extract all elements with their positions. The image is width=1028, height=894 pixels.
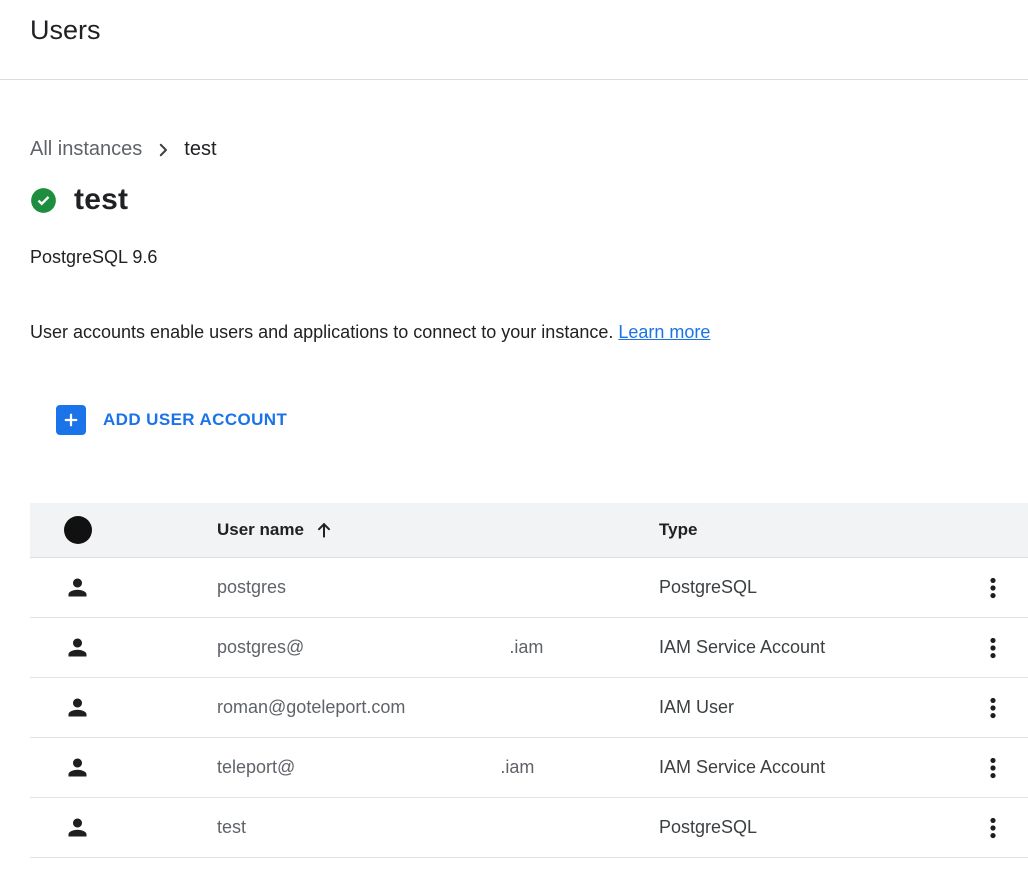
kebab-menu-icon xyxy=(980,575,1006,601)
user-name-cell: postgres@.iam xyxy=(217,637,659,658)
person-icon xyxy=(64,574,91,601)
table-header-row: User name Type xyxy=(30,503,1028,558)
table-row: postgres PostgreSQL xyxy=(30,558,1028,618)
column-header-type[interactable]: Type xyxy=(659,520,958,540)
breadcrumb: All instances test xyxy=(30,138,1028,161)
users-table: User name Type postgres PostgreSQL xyxy=(30,503,1028,858)
breadcrumb-all-instances[interactable]: All instances xyxy=(30,138,142,161)
instance-version: PostgreSQL 9.6 xyxy=(30,247,1028,268)
table-row: postgres@.iam IAM Service Account xyxy=(30,618,1028,678)
column-header-user-name[interactable]: User name xyxy=(217,520,659,540)
user-type-cell: IAM Service Account xyxy=(659,757,958,778)
row-menu-button[interactable] xyxy=(976,811,1010,845)
person-icon xyxy=(64,754,91,781)
breadcrumb-current: test xyxy=(184,138,216,161)
row-menu-button[interactable] xyxy=(976,571,1010,605)
page-header: Users xyxy=(0,0,1028,80)
kebab-menu-icon xyxy=(980,635,1006,661)
table-row: test PostgreSQL xyxy=(30,798,1028,858)
row-menu-button[interactable] xyxy=(976,751,1010,785)
learn-more-link[interactable]: Learn more xyxy=(618,322,710,342)
instance-heading: test xyxy=(30,183,1028,217)
person-icon xyxy=(64,694,91,721)
description: User accounts enable users and applicati… xyxy=(30,322,1028,343)
user-type-cell: PostgreSQL xyxy=(659,817,958,838)
table-row: teleport@.iam IAM Service Account xyxy=(30,738,1028,798)
user-name-cell: teleport@.iam xyxy=(217,757,659,778)
kebab-menu-icon xyxy=(980,695,1006,721)
kebab-menu-icon xyxy=(980,815,1006,841)
row-menu-button[interactable] xyxy=(976,631,1010,665)
user-name-cell: test xyxy=(217,817,659,838)
user-name-cell: roman@goteleport.com xyxy=(217,697,659,718)
filled-circle-icon xyxy=(64,516,92,544)
person-icon xyxy=(64,814,91,841)
user-name-cell: postgres xyxy=(217,577,659,598)
add-user-label: ADD USER ACCOUNT xyxy=(103,410,287,430)
person-icon xyxy=(64,634,91,661)
instance-name: test xyxy=(74,183,128,217)
main-content: All instances test test PostgreSQL 9.6 U… xyxy=(0,138,1028,858)
page-title: Users xyxy=(30,12,1028,48)
chevron-right-icon xyxy=(154,141,172,159)
user-type-cell: IAM User xyxy=(659,697,958,718)
user-type-cell: PostgreSQL xyxy=(659,577,958,598)
kebab-menu-icon xyxy=(980,755,1006,781)
description-text: User accounts enable users and applicati… xyxy=(30,322,613,342)
row-menu-button[interactable] xyxy=(976,691,1010,725)
check-circle-icon xyxy=(30,187,57,214)
arrow-up-icon xyxy=(314,520,334,540)
add-user-button[interactable]: ADD USER ACCOUNT xyxy=(56,405,287,435)
user-type-cell: IAM Service Account xyxy=(659,637,958,658)
table-row: roman@goteleport.com IAM User xyxy=(30,678,1028,738)
plus-icon xyxy=(56,405,86,435)
